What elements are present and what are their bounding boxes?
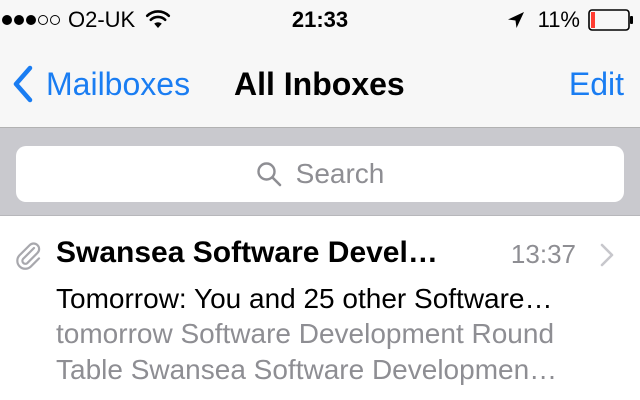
search-icon — [256, 162, 281, 187]
search-input[interactable]: Search — [16, 146, 624, 202]
mail-preview-line: tomorrow Software Development Round — [56, 318, 555, 349]
mail-preview-line: Table Swansea Software Developmen… — [56, 354, 558, 385]
paperclip-icon — [16, 242, 41, 270]
location-icon — [507, 12, 524, 28]
chevron-right-icon — [600, 243, 614, 267]
status-right: 11% — [506, 0, 634, 40]
navigation-bar: Mailboxes All Inboxes Edit — [0, 40, 640, 128]
battery-percent: 11% — [537, 7, 580, 32]
status-bar: O2-UK 21:33 11% — [0, 0, 640, 40]
chevron-left-icon — [13, 65, 33, 103]
mail-preview: tomorrow Software Development Round Tabl… — [56, 316, 602, 388]
page-title: All Inboxes — [234, 66, 405, 102]
edit-button[interactable]: Edit — [569, 40, 624, 128]
mail-subject: Tomorrow: You and 25 other Software… — [56, 283, 553, 314]
battery-fill — [591, 12, 595, 28]
back-button-label: Mailboxes — [46, 65, 191, 102]
battery-icon — [588, 9, 633, 31]
search-placeholder: Search — [295, 158, 385, 189]
mail-sender: Swansea Software Devel… — [56, 236, 438, 269]
mail-time: 13:37 — [510, 239, 576, 269]
search-bar-area: Search — [0, 128, 640, 216]
back-to-mailboxes-button[interactable]: Mailboxes — [12, 40, 190, 128]
